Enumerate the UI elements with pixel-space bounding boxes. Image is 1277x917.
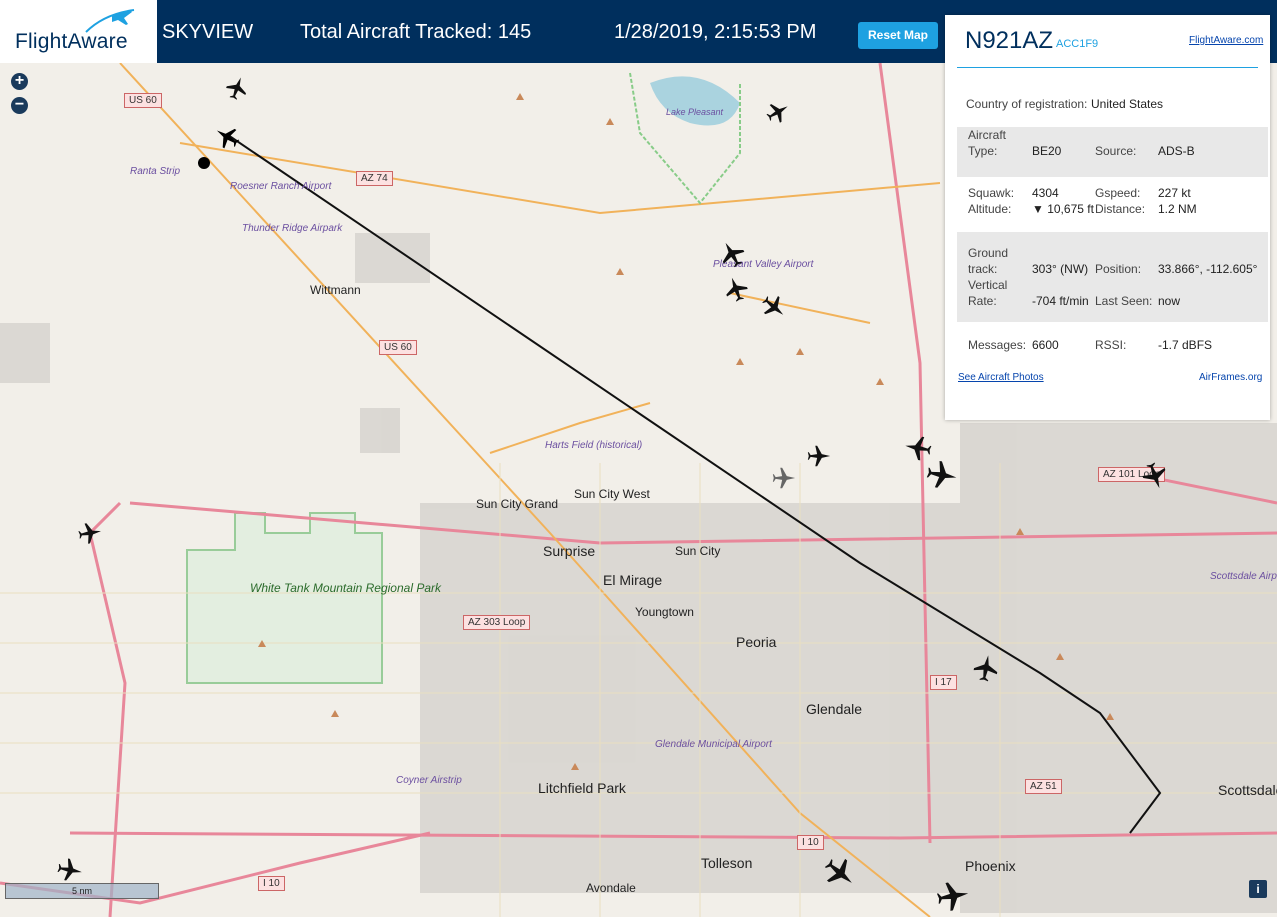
app-name: SKYVIEW — [162, 21, 254, 43]
aircraft-type-value: BE20 — [1032, 144, 1062, 158]
shield-az74: AZ 74 — [356, 171, 393, 186]
info-button[interactable]: i — [1249, 880, 1267, 898]
shield-az303: AZ 303 Loop — [463, 615, 531, 630]
airport-harts-field: Harts Field (historical) — [545, 440, 643, 451]
airframes-link[interactable]: AirFrames.org — [1199, 372, 1262, 383]
airport-roesner-ranch: Roesner Ranch Airport — [230, 181, 332, 192]
shield-az51: AZ 51 — [1025, 779, 1062, 794]
aircraft-hex: ACC1F9 — [1056, 38, 1099, 50]
airport-thunder-ridge: Thunder Ridge Airpark — [242, 223, 343, 234]
squawk-value: 4304 — [1032, 186, 1059, 200]
airport-ranta-strip: Ranta Strip — [130, 166, 181, 177]
flightaware-logo[interactable]: FlightAware — [0, 0, 157, 63]
place-surprise: Surprise — [543, 543, 596, 559]
aircraft-icon[interactable] — [822, 855, 858, 891]
last-seen-value: now — [1158, 294, 1181, 308]
aircraft-icon[interactable] — [925, 458, 959, 492]
airport-glendale-municipal: Glendale Municipal Airport — [655, 739, 772, 750]
shield-us60-north: US 60 — [124, 93, 162, 108]
aircraft-icon[interactable] — [1140, 461, 1170, 491]
place-el-mirage: El Mirage — [603, 572, 663, 588]
squawk-label: Squawk: — [968, 186, 1015, 200]
position-label: Position: — [1095, 262, 1142, 276]
aircraft-icon[interactable] — [971, 653, 1001, 683]
place-sun-city-west: Sun City West — [574, 487, 650, 501]
shield-i10-west: I 10 — [258, 876, 285, 891]
aircraft-info-panel: N921AZ ACC1F9 FlightAware.com Country of… — [945, 15, 1270, 420]
place-tolleson: Tolleson — [701, 855, 753, 871]
messages-value: 6600 — [1032, 338, 1059, 352]
aircraft-icon[interactable] — [806, 443, 832, 469]
selected-aircraft-icon[interactable] — [213, 123, 241, 151]
country-value: United States — [1091, 97, 1164, 111]
gspeed-label: Gspeed: — [1095, 186, 1141, 200]
place-phoenix: Phoenix — [965, 858, 1016, 874]
aircraft-icon[interactable] — [760, 293, 788, 321]
vertical-rate-value: -704 ft/min — [1032, 294, 1089, 308]
place-litchfield-park: Litchfield Park — [538, 780, 626, 796]
aircraft-ident: N921AZ — [965, 27, 1054, 54]
aircraft-tracked-count: Total Aircraft Tracked: 145 — [300, 21, 532, 43]
source-value: ADS-B — [1158, 144, 1195, 158]
aircraft-icon[interactable] — [935, 878, 971, 914]
shield-us60-south: US 60 — [379, 340, 417, 355]
altitude-value: ▼ 10,675 ft — [1032, 202, 1094, 216]
current-datetime: 1/28/2019, 2:15:53 PM — [614, 21, 817, 43]
place-peoria: Peoria — [736, 634, 777, 650]
messages-label: Messages: — [968, 338, 1027, 352]
rssi-label: RSSI: — [1095, 338, 1127, 352]
flightaware-link[interactable]: FlightAware.com — [1189, 35, 1263, 46]
place-youngtown: Youngtown — [635, 605, 694, 619]
source-label: Source: — [1095, 144, 1137, 158]
last-seen-label: Last Seen: — [1095, 294, 1153, 308]
aircraft-icon[interactable] — [77, 520, 103, 546]
reset-map-button[interactable]: Reset Map — [858, 22, 938, 49]
airport-coyner-airstrip: Coyner Airstrip — [396, 775, 462, 786]
place-glendale: Glendale — [806, 701, 863, 717]
gspeed-value: 227 kt — [1158, 186, 1191, 200]
zoom-out-button[interactable]: − — [11, 97, 28, 114]
place-wittmann: Wittmann — [310, 283, 361, 297]
position-value: 33.866°, -112.605° — [1158, 262, 1258, 276]
aircraft-photos-link[interactable]: See Aircraft Photos — [958, 372, 1044, 383]
country-label: Country of registration: — [966, 97, 1088, 111]
shield-i17: I 17 — [930, 675, 957, 690]
scale-bar: 5 nm — [5, 883, 159, 899]
panel-divider — [957, 67, 1258, 68]
park-label: White Tank Mountain Regional Park — [250, 581, 441, 595]
vertical-rate-label: Vertical Rate: — [968, 278, 1008, 308]
rssi-value: -1.7 dBFS — [1158, 338, 1213, 352]
logo-text: FlightAware — [15, 30, 128, 53]
aircraft-icon[interactable] — [722, 275, 750, 303]
altitude-label: Altitude: — [968, 202, 1012, 216]
shield-i10-east: I 10 — [797, 835, 824, 850]
place-sun-city-grand: Sun City Grand — [476, 497, 559, 511]
aircraft-icon[interactable] — [717, 239, 747, 269]
aircraft-icon[interactable] — [765, 99, 791, 125]
zoom-in-button[interactable]: + — [11, 73, 28, 90]
place-scottsdale: Scottsdale — [1218, 782, 1277, 798]
aircraft-type-label: Aircraft Type: — [968, 128, 1007, 158]
lake-pleasant-label: Lake Pleasant — [666, 107, 724, 117]
distance-value: 1.2 NM — [1158, 202, 1197, 216]
airport-scottsdale: Scottsdale Airport — [1210, 571, 1277, 582]
place-sun-city: Sun City — [675, 544, 721, 558]
distance-label: Distance: — [1095, 202, 1146, 216]
place-avondale: Avondale — [586, 881, 636, 895]
ground-track-label: Ground track: — [968, 246, 1009, 276]
aircraft-icon[interactable] — [224, 75, 250, 101]
aircraft-icon[interactable] — [771, 465, 797, 491]
aircraft-icon[interactable] — [56, 856, 84, 884]
ground-track-value: 303° (NW) — [1032, 262, 1089, 276]
